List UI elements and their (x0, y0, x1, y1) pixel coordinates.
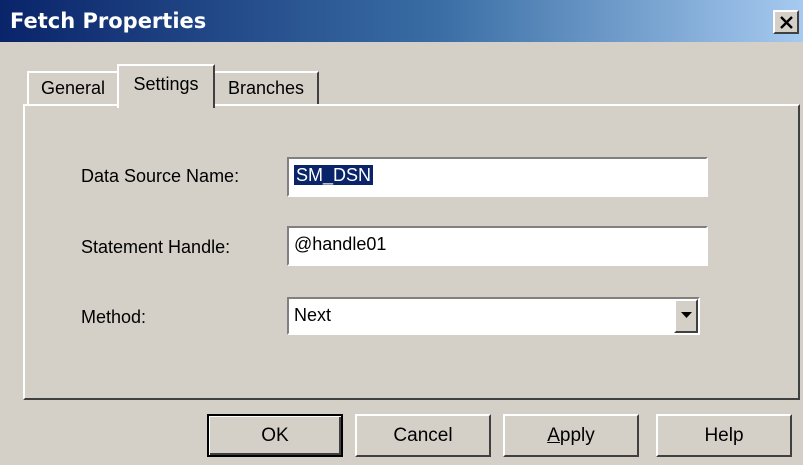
tab-branches[interactable]: Branches (213, 71, 319, 105)
method-label: Method: (81, 307, 147, 327)
method-dropdown-button[interactable] (674, 299, 698, 333)
ok-button[interactable]: OK (207, 414, 343, 457)
settings-panel: Data Source Name: SM_DSN Statement Handl… (23, 104, 800, 400)
data-source-name-label: Data Source Name: (81, 166, 240, 186)
method-select[interactable]: Next (287, 297, 700, 335)
selected-text: SM_DSN (294, 165, 374, 185)
tab-settings[interactable]: Settings (117, 64, 215, 108)
apply-button[interactable]: Apply (503, 414, 639, 457)
help-button[interactable]: Help (656, 414, 792, 457)
window-title: Fetch Properties (10, 9, 207, 33)
data-source-name-value: SM_DSN (294, 165, 374, 186)
title-bar[interactable]: Fetch Properties (0, 0, 803, 42)
statement-handle-value: @handle01 (294, 234, 387, 254)
tab-general[interactable]: General (27, 71, 119, 105)
close-icon (780, 16, 793, 29)
method-value: Next (294, 305, 332, 325)
close-button[interactable] (773, 10, 799, 34)
statement-handle-field[interactable]: @handle01 (287, 226, 708, 266)
data-source-name-field[interactable]: SM_DSN (287, 157, 708, 197)
statement-handle-label: Statement Handle: (81, 237, 231, 257)
cancel-button[interactable]: Cancel (355, 414, 491, 457)
chevron-down-icon (681, 312, 692, 318)
